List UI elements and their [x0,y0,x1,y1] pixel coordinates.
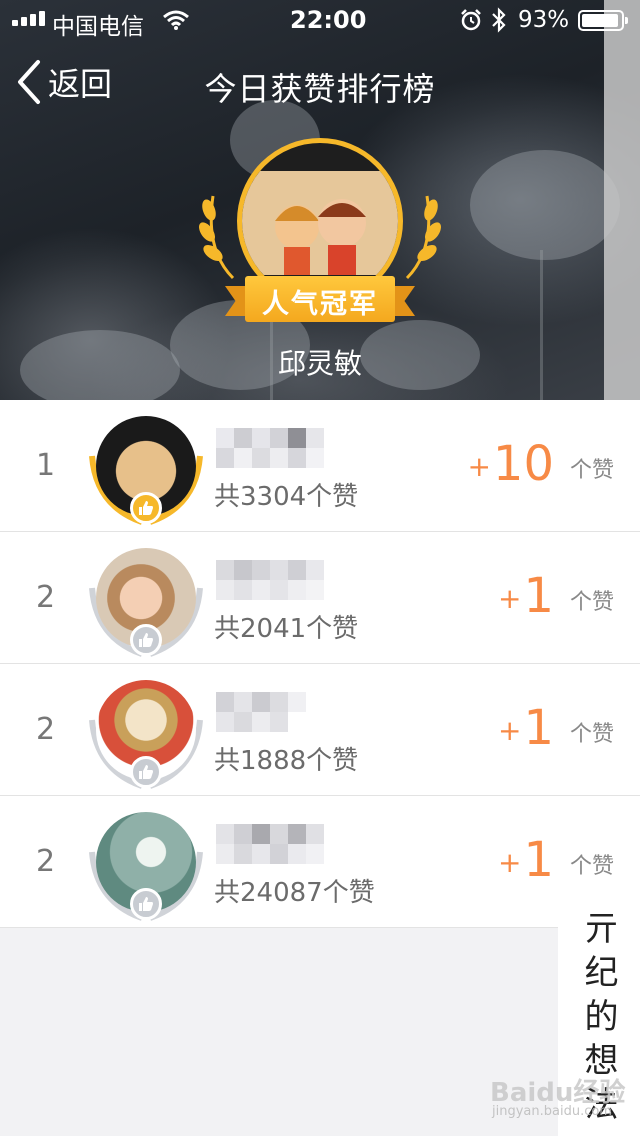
status-bar: 中国电信 22:00 93% [0,0,640,40]
total-likes: 共2041个赞 [214,614,359,644]
likes-unit: 个赞 [569,854,614,879]
avatar[interactable] [86,676,206,790]
laurel-left-icon [199,195,235,280]
ranking-list: 1 共3304个赞 +10 个赞 2 共2041个赞 +1 个赞 2 共1888… [0,400,640,928]
user-name-blurred [216,560,324,600]
page-title: 今日获赞排行榜 [204,70,436,108]
scrollbar[interactable] [604,0,640,400]
likes-gain: +1 [497,568,554,624]
clock-time: 22:00 [290,6,367,34]
rank-number: 2 [36,580,56,615]
champion-name: 邱灵敏 [277,347,362,380]
champion-ribbon: 人气冠军 [225,276,415,322]
list-item[interactable]: 2 共24087个赞 +1 个赞 [0,796,640,928]
champion-badge-label: 人气冠军 [262,289,378,320]
hero-banner: 中国电信 22:00 93% 返回 今日获赞排行榜 人气冠军 邱灵敏 [0,0,640,400]
thumbs-up-icon [130,624,162,656]
likes-gain: +1 [497,832,554,888]
user-name-blurred [216,428,324,468]
avatar[interactable] [86,412,206,526]
total-likes: 共3304个赞 [214,482,359,512]
avatar[interactable] [86,544,206,658]
bluetooth-icon [492,7,506,33]
rank-number: 2 [36,844,56,879]
signal-icon [12,11,45,26]
laurel-right-icon [405,195,441,280]
list-item[interactable]: 2 共2041个赞 +1 个赞 [0,532,640,664]
battery-percent: 93% [518,7,570,33]
battery-icon [578,10,628,31]
user-name-blurred [216,824,324,864]
thumbs-up-icon [130,492,162,524]
total-likes: 共1888个赞 [214,746,359,776]
baidu-url: jingyan.baidu.com [492,1104,612,1119]
likes-unit: 个赞 [569,722,614,747]
champion-badge[interactable]: 人气冠军 [195,130,445,340]
rank-number: 2 [36,712,56,747]
rank-number: 1 [36,448,56,483]
thumbs-up-icon [130,756,162,788]
likes-gain: +10 [467,436,554,492]
alarm-icon [461,9,481,31]
user-name-blurred [216,692,324,732]
cartoon-couple-icon [275,199,366,275]
total-likes: 共24087个赞 [214,878,375,908]
carrier-label: 中国电信 [52,14,144,40]
list-item[interactable]: 1 共3304个赞 +10 个赞 [0,400,640,532]
likes-unit: 个赞 [569,590,614,615]
avatar[interactable] [86,808,206,922]
likes-gain: +1 [497,700,554,756]
thumbs-up-icon [130,888,162,920]
wifi-icon [163,10,189,30]
likes-unit: 个赞 [569,458,614,483]
list-item[interactable]: 2 共1888个赞 +1 个赞 [0,664,640,796]
